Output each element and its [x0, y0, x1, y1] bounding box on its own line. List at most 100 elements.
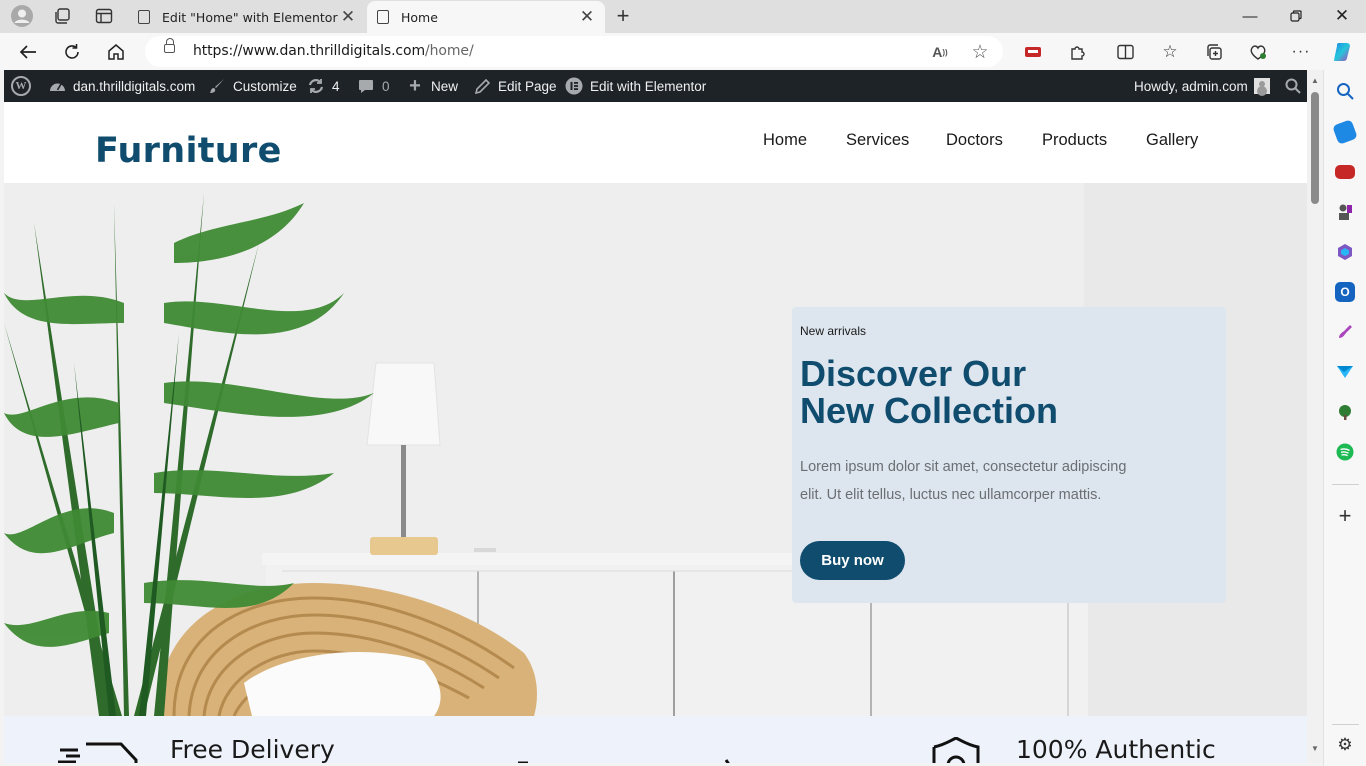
puzzle-icon[interactable] — [1066, 41, 1088, 63]
wp-edit-elementor-link[interactable]: Edit with Elementor — [564, 70, 706, 102]
hero-section: New arrivals Discover Our New Collection… — [4, 183, 1307, 716]
tab-actions-icon[interactable] — [91, 4, 117, 28]
tree-icon[interactable] — [1335, 402, 1355, 422]
home-icon[interactable] — [102, 39, 130, 65]
browser-essentials-icon[interactable] — [1247, 41, 1269, 63]
updates-icon — [306, 76, 326, 96]
scroll-down-icon[interactable]: ▼ — [1311, 744, 1319, 753]
back-icon[interactable] — [14, 39, 42, 65]
nav-products[interactable]: Products — [1042, 131, 1107, 150]
wp-admin-bar: W dan.thrilldigitals.com Customize 4 0 +… — [4, 70, 1307, 102]
chess-icon[interactable] — [1335, 202, 1355, 222]
add-icon[interactable]: + — [1335, 503, 1355, 528]
outlook-icon[interactable]: O — [1335, 282, 1355, 302]
url-host: https://www.dan.thrilldigitals.com — [193, 43, 426, 59]
wp-search-button[interactable] — [1283, 70, 1303, 102]
designer-icon[interactable] — [1335, 322, 1355, 342]
howdy-label: Howdy, admin.com — [1134, 78, 1248, 94]
edge-sidebar: O + ⚙ — [1323, 70, 1366, 766]
settings-icon[interactable]: ⚙ — [1335, 735, 1355, 755]
wp-updates-link[interactable]: 4 — [306, 70, 340, 102]
page-icon — [377, 10, 389, 24]
sidebar-divider — [1332, 724, 1359, 725]
wp-comments-link[interactable]: 0 — [356, 70, 390, 102]
search-icon[interactable] — [1335, 81, 1355, 101]
nav-services[interactable]: Services — [846, 131, 909, 150]
tab-title: Home — [401, 9, 438, 25]
site-name: dan.thrilldigitals.com — [73, 78, 196, 94]
scroll-thumb[interactable] — [1311, 92, 1319, 204]
shield-icon — [932, 737, 980, 763]
nav-home[interactable]: Home — [763, 131, 807, 150]
site-logo[interactable]: Furniture — [95, 131, 282, 171]
comment-icon — [356, 76, 376, 96]
send-icon[interactable] — [1335, 362, 1355, 382]
more-icon[interactable]: ··· — [1290, 41, 1312, 63]
buy-now-button[interactable]: Buy now — [800, 541, 905, 580]
browser-tab-bar: Edit "Home" with Elementor ✕ Home ✕ + — … — [0, 0, 1366, 33]
page-scrollbar[interactable]: ▲ ▼ — [1307, 70, 1323, 763]
scroll-up-icon[interactable]: ▲ — [1311, 76, 1319, 85]
wordpress-icon: W — [11, 76, 31, 96]
window-close-icon[interactable]: ✕ — [1322, 4, 1362, 28]
nav-gallery[interactable]: Gallery — [1146, 131, 1198, 150]
collections-icon[interactable] — [1203, 41, 1225, 63]
lock-icon[interactable] — [164, 38, 175, 53]
wp-account-menu[interactable]: Howdy, admin.com — [1134, 70, 1270, 102]
page-icon — [138, 10, 150, 24]
hero-eyebrow: New arrivals — [800, 324, 867, 338]
nav-doctors[interactable]: Doctors — [946, 131, 1003, 150]
feature-free-delivery: Free Delivery — [170, 735, 335, 763]
search-icon — [1283, 76, 1303, 96]
url-input[interactable]: https://www.dan.thrilldigitals.com/home/ — [193, 43, 474, 59]
feature-middle-icon — [518, 759, 730, 763]
refresh-icon[interactable] — [58, 39, 86, 65]
url-path: /home/ — [425, 43, 474, 59]
workspaces-icon[interactable] — [49, 4, 75, 28]
copilot-icon[interactable] — [1332, 41, 1354, 63]
brush-icon — [207, 76, 227, 96]
favorite-star-icon[interactable]: ☆ — [969, 41, 991, 63]
feature-authentic: 100% Authentic — [1016, 735, 1216, 763]
hero-title-line-1: Discover Our — [800, 353, 1027, 394]
truck-icon — [58, 742, 138, 763]
favorites-icon[interactable]: ☆ — [1159, 41, 1181, 63]
new-label: New — [431, 78, 459, 94]
sidebar-divider — [1332, 484, 1359, 485]
customize-label: Customize — [233, 78, 297, 94]
wordpress-logo[interactable]: W — [11, 70, 31, 102]
tab-home[interactable]: Home ✕ — [367, 1, 605, 33]
avatar — [1253, 78, 1270, 94]
hero-description: Lorem ipsum dolor sit amet, consectetur … — [800, 459, 1127, 503]
minimize-icon[interactable]: — — [1230, 4, 1270, 28]
hero-card: New arrivals Discover Our New Collection… — [792, 307, 1226, 603]
site-header: Furniture Home Services Doctors Products… — [4, 102, 1307, 183]
address-bar[interactable]: https://www.dan.thrilldigitals.com/home/… — [145, 36, 1003, 67]
close-icon[interactable]: ✕ — [340, 7, 356, 27]
tab-title: Edit "Home" with Elementor — [162, 9, 338, 25]
split-screen-icon[interactable] — [1114, 41, 1136, 63]
close-icon[interactable]: ✕ — [579, 7, 595, 27]
toolbox-icon[interactable] — [1335, 165, 1355, 179]
comments-count: 0 — [382, 78, 390, 94]
extension-icon[interactable] — [1022, 41, 1044, 63]
tab-edit-elementor[interactable]: Edit "Home" with Elementor ✕ — [128, 1, 366, 33]
read-aloud-icon[interactable]: A)) — [929, 41, 951, 63]
shopping-tag-icon[interactable] — [1332, 119, 1358, 145]
wp-site-link[interactable]: dan.thrilldigitals.com — [47, 70, 195, 102]
page-viewport: W dan.thrilldigitals.com Customize 4 0 +… — [4, 70, 1307, 763]
plus-icon: + — [409, 74, 421, 97]
profile-icon[interactable] — [9, 4, 35, 28]
restore-icon[interactable] — [1276, 4, 1316, 28]
m365-icon[interactable] — [1335, 242, 1355, 262]
hero-title: Discover Our New Collection — [800, 355, 1058, 429]
wp-edit-page-link[interactable]: Edit Page — [472, 70, 557, 102]
wp-new-link[interactable]: + New — [405, 70, 458, 102]
features-strip: Free Delivery 100% Authentic — [4, 716, 1307, 763]
spotify-icon[interactable] — [1335, 442, 1355, 462]
wp-customize-link[interactable]: Customize — [207, 70, 297, 102]
new-tab-icon[interactable]: + — [610, 3, 636, 28]
browser-toolbar: https://www.dan.thrilldigitals.com/home/… — [0, 33, 1366, 70]
updates-count: 4 — [332, 78, 340, 94]
elementor-icon — [564, 76, 584, 96]
